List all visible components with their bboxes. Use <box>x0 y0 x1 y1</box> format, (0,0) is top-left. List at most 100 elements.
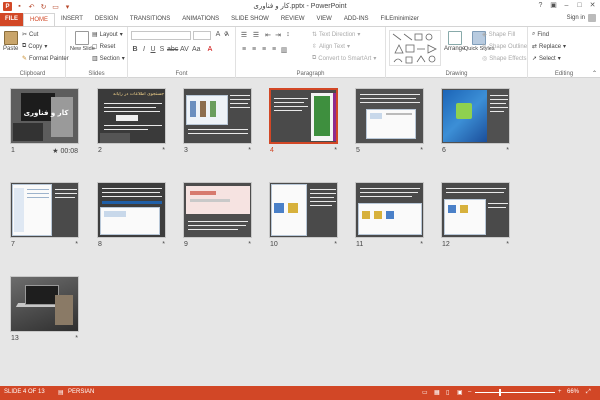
grow-font-button[interactable]: A <box>214 31 222 38</box>
align-center-button[interactable]: ≡ <box>250 46 258 53</box>
close-button[interactable]: ✕ <box>587 1 598 11</box>
sign-in-link[interactable]: Sign in <box>567 15 585 21</box>
decrease-indent-button[interactable]: ⇤ <box>264 31 272 39</box>
arrange-button[interactable]: Arrange <box>444 31 465 52</box>
help-icon[interactable]: ? <box>535 1 546 11</box>
slide-thumbnail-13[interactable]: 13 * <box>10 276 79 342</box>
tab-insert[interactable]: INSERT <box>55 13 89 26</box>
format-painter-button[interactable]: ✎ Format Painter <box>22 55 69 63</box>
chevron-down-icon: ▾ <box>121 56 125 62</box>
ribbon-display-icon[interactable]: ▣ <box>548 1 559 11</box>
minimize-button[interactable]: – <box>561 1 572 11</box>
font-color-button[interactable]: A <box>206 46 214 53</box>
normal-view-icon[interactable]: ▭ <box>422 389 428 396</box>
slideshow-view-icon[interactable]: ▣ <box>457 389 463 396</box>
scissors-icon: ✂ <box>22 32 28 38</box>
tab-home[interactable]: HOME <box>23 13 55 26</box>
tab-fileminimizer[interactable]: FILEminimizer <box>375 13 425 26</box>
slide-thumbnail-7[interactable]: 7 * <box>10 182 79 248</box>
arrange-label: Arrange <box>444 46 466 52</box>
zoom-out-icon[interactable]: – <box>468 389 471 395</box>
slide-thumbnail-6[interactable]: 6 * <box>441 88 510 154</box>
align-right-button[interactable]: ≡ <box>260 46 268 53</box>
new-slide-icon <box>75 31 90 45</box>
text-direction-button[interactable]: ⇅ Text Direction ▾ <box>312 31 360 39</box>
bullets-button[interactable]: ☰ <box>240 31 248 39</box>
clear-format-icon[interactable]: ◊ <box>222 31 230 38</box>
bold-button[interactable]: B <box>131 46 139 53</box>
shape-outline-button[interactable]: ✎ Shape Outline <box>482 43 527 51</box>
align-left-button[interactable]: ≡ <box>240 46 248 53</box>
fit-to-window-icon[interactable]: ⤢ <box>586 389 591 396</box>
slide-thumbnail-11[interactable]: 11 * <box>355 182 424 248</box>
user-avatar-icon[interactable] <box>588 14 596 22</box>
slide-number: 8 <box>98 241 102 248</box>
underline-button[interactable]: U <box>149 46 157 53</box>
line-spacing-button[interactable]: ↕ <box>284 31 292 38</box>
strikethrough-button[interactable]: abc <box>167 46 178 53</box>
tab-file[interactable]: FILE <box>0 13 23 26</box>
section-button[interactable]: ▥ Section ▾ <box>92 55 125 63</box>
align-text-button[interactable]: ⇳ Align Text ▾ <box>312 43 350 51</box>
collapse-ribbon-icon[interactable]: ⌃ <box>592 70 597 77</box>
slide-thumbnail-8[interactable]: 8 * <box>97 182 166 248</box>
slide-sorter-view-icon[interactable]: ▦ <box>434 389 440 396</box>
animation-star-icon: * <box>506 241 509 248</box>
zoom-level[interactable]: 66% <box>567 389 579 395</box>
maximize-button[interactable]: □ <box>574 1 585 11</box>
zoom-slider[interactable] <box>475 392 555 393</box>
reading-view-icon[interactable]: ▯ <box>446 389 449 396</box>
language-indicator[interactable]: PERSIAN <box>68 389 94 395</box>
zoom-in-icon[interactable]: + <box>558 389 562 395</box>
slide-thumbnail-10[interactable]: 10 * <box>269 182 338 248</box>
shapes-gallery[interactable] <box>389 30 441 66</box>
slide-thumbnail-4[interactable]: 4 * <box>269 88 338 154</box>
animation-star-icon: * <box>248 147 251 154</box>
tab-add-ins[interactable]: ADD-INS <box>338 13 375 26</box>
slide-thumbnail-1[interactable]: کار و فناوری 1 ★ 00:08 <box>10 88 79 155</box>
tab-slide-show[interactable]: SLIDE SHOW <box>225 13 275 26</box>
convert-smartart-button[interactable]: ⧉ Convert to SmartArt ▾ <box>312 55 376 62</box>
slide-12-preview <box>441 182 510 238</box>
find-button[interactable]: ⌕ Find <box>532 31 549 38</box>
layout-button[interactable]: ▤ Layout ▾ <box>92 31 123 39</box>
zoom-slider-thumb[interactable] <box>498 389 501 396</box>
tab-design[interactable]: DESIGN <box>89 13 124 26</box>
slide-thumbnail-5[interactable]: 5 * <box>355 88 424 154</box>
change-case-button[interactable]: Aa <box>192 46 201 53</box>
justify-button[interactable]: ≡ <box>270 46 278 53</box>
select-button[interactable]: ➚ Select ▾ <box>532 55 561 63</box>
slide-thumbnail-2[interactable]: جستجوی اطلاعات در رایانه 2 * <box>97 88 166 154</box>
chevron-down-icon: ▾ <box>557 56 561 62</box>
pen-icon: ✎ <box>482 44 488 50</box>
tab-animations[interactable]: ANIMATIONS <box>176 13 225 26</box>
spellcheck-icon[interactable]: ▤ <box>58 389 64 396</box>
animation-star-icon: * <box>248 241 251 248</box>
shadow-button[interactable]: S <box>158 46 166 53</box>
cut-button[interactable]: ✂ Cut <box>22 31 38 39</box>
slide-thumbnail-9[interactable]: 9 * <box>183 182 252 248</box>
slide-thumbnail-3[interactable]: 3 * <box>183 88 252 154</box>
tab-view[interactable]: VIEW <box>311 13 338 26</box>
increase-indent-button[interactable]: ⇥ <box>274 31 282 39</box>
font-name-field[interactable] <box>131 31 191 40</box>
align-text-label: Align Text <box>319 43 345 50</box>
paste-icon <box>3 31 18 45</box>
char-spacing-button[interactable]: AV <box>180 46 189 53</box>
numbering-button[interactable]: ☰ <box>252 31 260 39</box>
slide-number: 10 <box>270 241 278 248</box>
paste-button[interactable]: Paste <box>3 31 18 52</box>
copy-button[interactable]: ⧉ Copy ▾ <box>22 43 47 50</box>
animation-star-icon: * <box>420 147 423 154</box>
reset-button[interactable]: ▢ Reset <box>92 43 115 51</box>
tab-transitions[interactable]: TRANSITIONS <box>124 13 176 26</box>
font-size-field[interactable] <box>193 31 211 40</box>
replace-button[interactable]: ⇄ Replace ▾ <box>532 43 566 51</box>
columns-button[interactable]: ▥ <box>280 46 288 54</box>
slide-thumbnail-12[interactable]: 12 * <box>441 182 510 248</box>
italic-button[interactable]: I <box>140 46 148 53</box>
tab-review[interactable]: REVIEW <box>275 13 311 26</box>
title-bar: P ▪ ↶ ↻ ▭ ▾ کار و فناوری.pptx - PowerPoi… <box>0 0 600 13</box>
shape-fill-button[interactable]: ◈ Shape Fill <box>482 31 515 39</box>
shape-effects-button[interactable]: ◎ Shape Effects <box>482 55 527 63</box>
